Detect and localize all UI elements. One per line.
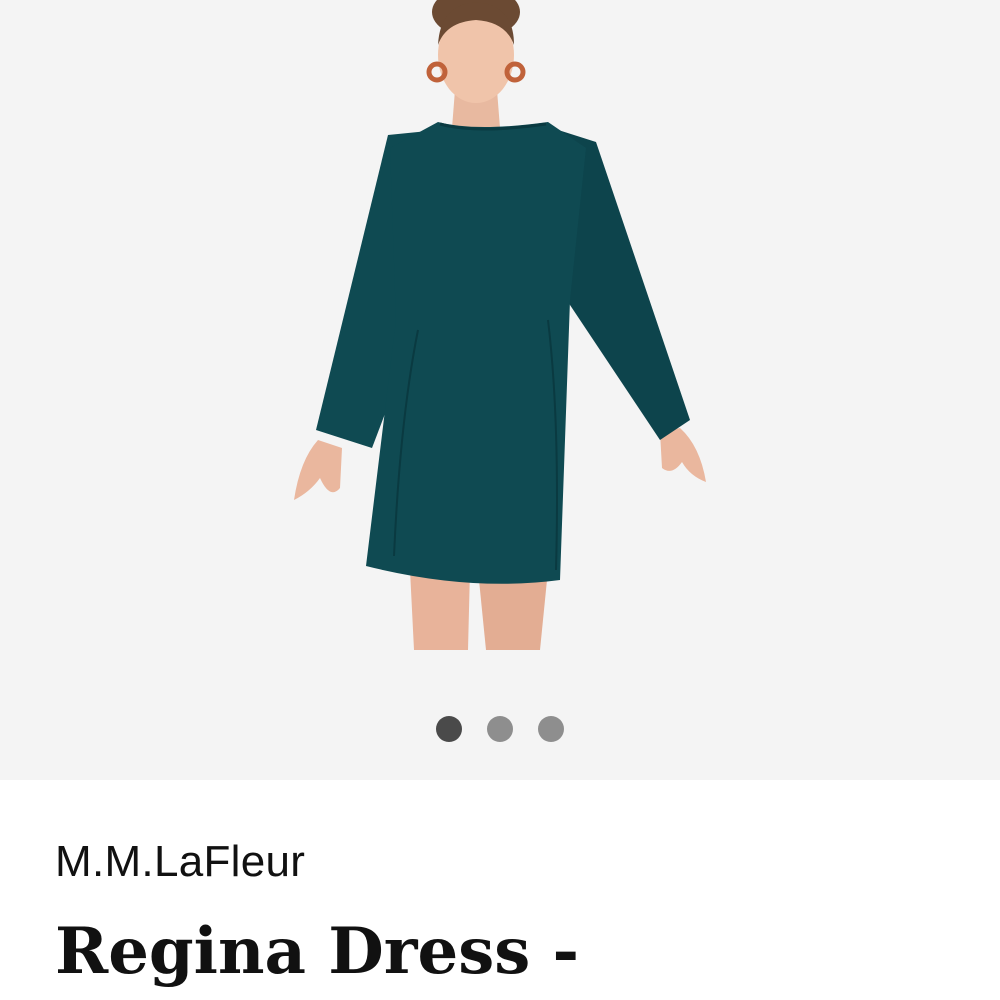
product-title: Regina Dress - [55,914,580,989]
product-photo[interactable] [0,0,1000,780]
carousel-dots [0,716,1000,744]
carousel-dot-2[interactable] [487,716,513,742]
carousel-dot-1[interactable] [436,716,462,742]
product-image-gallery[interactable] [0,0,1000,780]
brand-name[interactable]: M.M.LaFleur [55,840,305,884]
carousel-dot-3[interactable] [538,716,564,742]
product-page: M.M.LaFleur Regina Dress - [0,0,1000,1000]
